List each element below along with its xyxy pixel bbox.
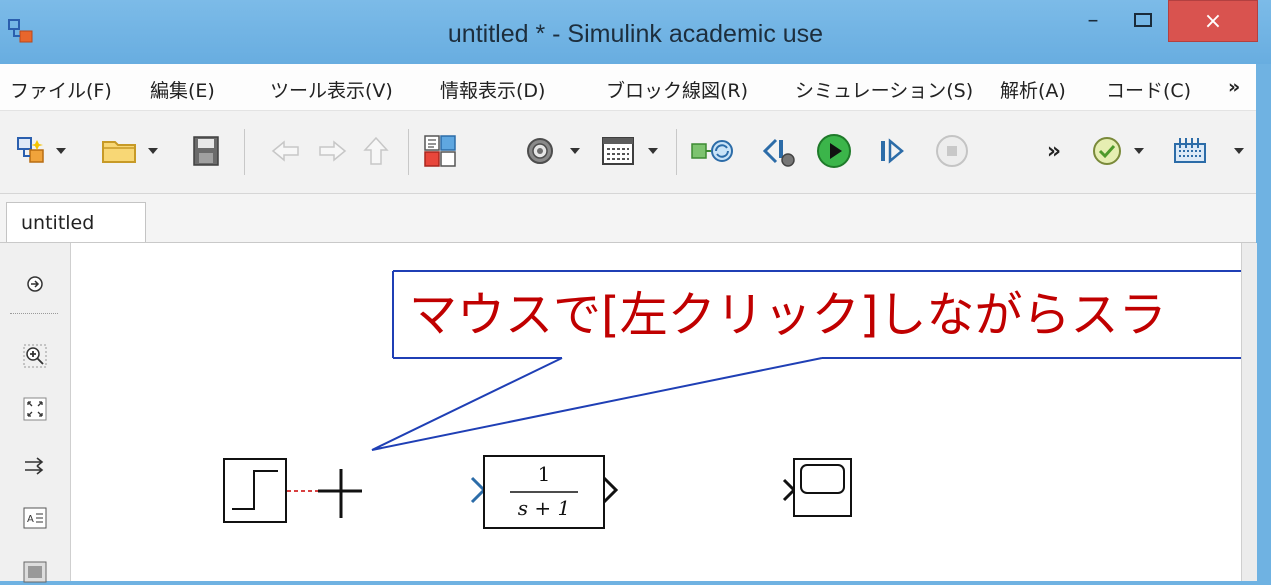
scope-block[interactable] (782, 458, 852, 517)
callout-text: マウスで[左クリック]しながらスラ (409, 287, 1167, 343)
crosshair-cursor-icon (318, 469, 362, 518)
step-block[interactable] (223, 458, 287, 523)
simulink-window: untitled * - Simulink academic use – × フ… (0, 0, 1271, 583)
transfer-fcn-denominator: s + 1 (517, 496, 571, 520)
transfer-fcn-numerator: 1 (537, 462, 551, 486)
